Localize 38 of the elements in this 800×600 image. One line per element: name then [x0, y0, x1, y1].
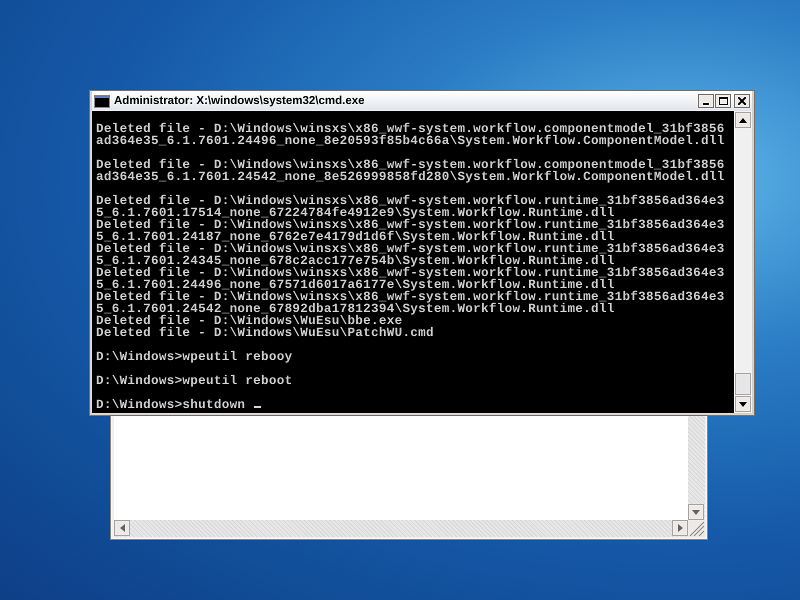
console-line: 5_6.1.7601.24345_none_678c2acc177e754b\System.Workflow.Runtime.dll	[96, 255, 615, 267]
resize-grip-icon[interactable]	[688, 520, 705, 537]
text-cursor	[254, 406, 262, 408]
right-arrow-icon	[678, 524, 682, 532]
console-line: 5_6.1.7601.24187_none_6762e7e4179d1d6f\System.Workflow.Runtime.dll	[96, 231, 615, 243]
down-arrow-icon	[692, 510, 700, 514]
scroll-down-button[interactable]	[735, 396, 751, 412]
console-line: D:\Windows>wpeutil rebooy	[96, 351, 292, 363]
minimize-button[interactable]	[698, 94, 714, 108]
console-line: Deleted file - D:\Windows\winsxs\x86_wwf-system.workflow.runtime_31bf3856ad364e3	[96, 195, 725, 207]
console-line: Deleted file - D:\Windows\winsxs\x86_wwf-system.workflow.runtime_31bf3856ad364e3	[96, 291, 725, 303]
console-line: Deleted file - D:\Windows\winsxs\x86_wwf-system.workflow.componentmodel_31bf3856	[96, 123, 725, 135]
console-line: 5_6.1.7601.24496_none_67571d6017a6177e\System.Workflow.Runtime.dll	[96, 279, 615, 291]
console-line: D:\Windows>shutdown	[96, 399, 262, 411]
maximize-button[interactable]	[715, 94, 731, 108]
scroll-left-button[interactable]	[114, 520, 130, 536]
console-line: Deleted file - D:\Windows\WuEsu\PatchWU.cmd	[96, 327, 434, 339]
console-line: Deleted file - D:\Windows\winsxs\x86_wwf-system.workflow.runtime_31bf3856ad364e3	[96, 243, 725, 255]
scrollbar-thumb[interactable]	[735, 373, 751, 395]
console-line: Deleted file - D:\Windows\winsxs\x86_wwf-system.workflow.componentmodel_31bf3856	[96, 159, 725, 171]
maximize-icon	[718, 97, 728, 105]
console-line: Deleted file - D:\Windows\winsxs\x86_wwf-system.workflow.runtime_31bf3856ad364e3	[96, 267, 725, 279]
console-line: ad364e35_6.1.7601.24542_none_8e526999858fd280\System.Workflow.ComponentModel.dll	[96, 171, 725, 183]
up-arrow-icon	[739, 118, 747, 122]
console-line: Deleted file - D:\Windows\winsxs\x86_wwf-system.workflow.runtime_31bf3856ad364e3	[96, 219, 725, 231]
console-line: D:\Windows>wpeutil reboot	[96, 375, 292, 387]
close-icon	[738, 97, 746, 105]
left-arrow-icon	[120, 524, 124, 532]
console-line: 5_6.1.7601.24542_none_67892dba17812394\System.Workflow.Runtime.dll	[96, 303, 615, 315]
console-line: Deleted file - D:\Windows\WuEsu\bbe.exe	[96, 315, 402, 327]
console-line: 5_6.1.7601.17514_none_67224784fe4912e9\System.Workflow.Runtime.dll	[96, 207, 615, 219]
window-title: Administrator: X:\windows\system32\cmd.exe	[114, 95, 366, 107]
close-button[interactable]	[734, 94, 750, 108]
down-arrow-icon	[739, 402, 747, 406]
console-app-icon	[94, 94, 110, 108]
scroll-up-button[interactable]	[735, 112, 751, 128]
console-line: ad364e35_6.1.7601.24496_none_8e20593f85b4c66a\System.Workflow.ComponentModel.dll	[96, 135, 725, 147]
scroll-right-button[interactable]	[672, 520, 688, 536]
